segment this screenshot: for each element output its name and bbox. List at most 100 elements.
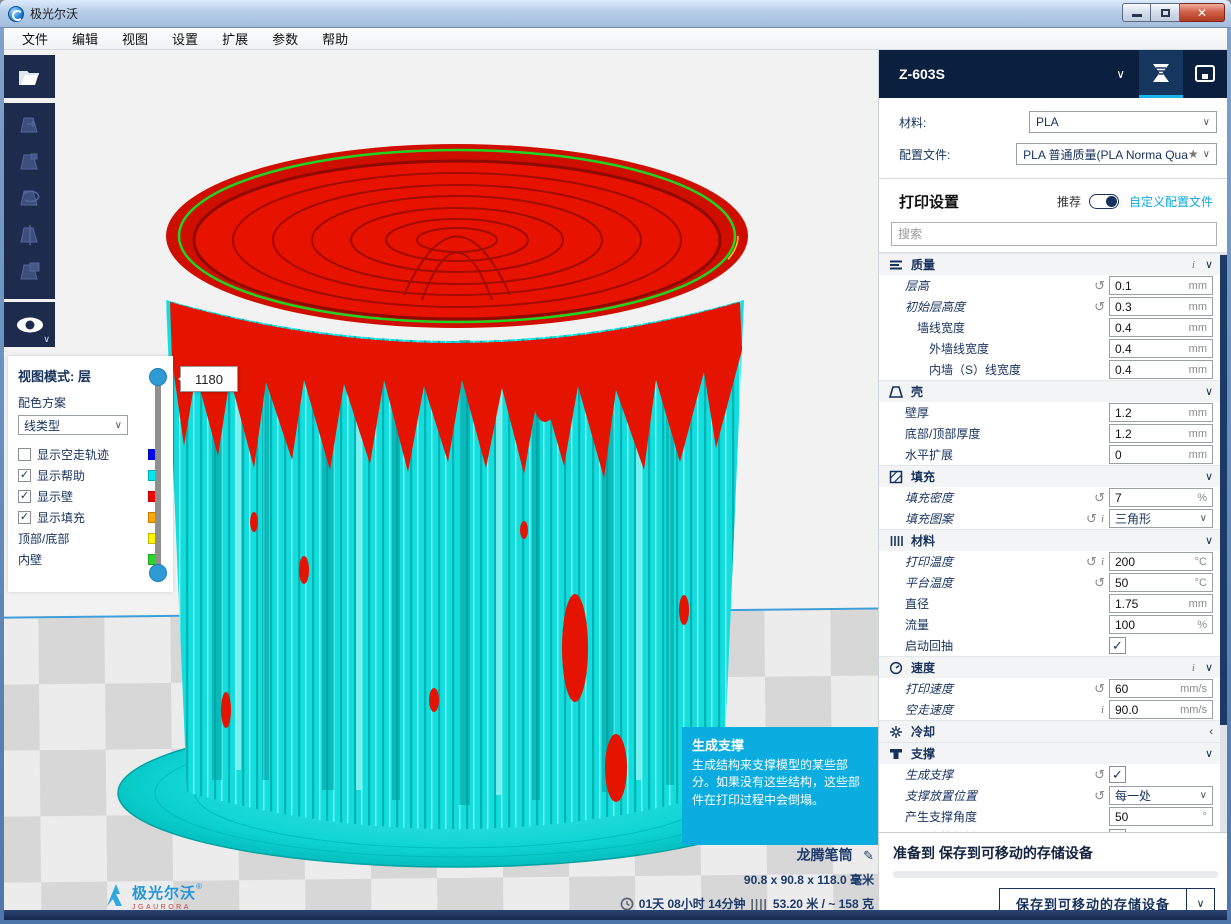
setting-row: 外墙线宽度0.4mm bbox=[879, 338, 1227, 359]
setting-input[interactable]: 0.4mm bbox=[1109, 339, 1213, 358]
chevron-down-icon[interactable]: ∨ bbox=[1186, 888, 1214, 910]
tool-rotate-tool-icon bbox=[17, 185, 43, 216]
setting-input[interactable]: 50° bbox=[1109, 807, 1213, 826]
setting-row: 直径1.75mm bbox=[879, 593, 1227, 614]
setting-select[interactable]: 三角形∨ bbox=[1109, 509, 1213, 528]
menu-item-设置[interactable]: 设置 bbox=[160, 29, 210, 48]
settings-section-header[interactable]: 填充∨ bbox=[879, 465, 1227, 487]
setting-input[interactable]: 1.75mm bbox=[1109, 594, 1213, 613]
menu-item-视图[interactable]: 视图 bbox=[110, 29, 160, 48]
layer-slider-lower-handle[interactable] bbox=[149, 564, 167, 582]
view-option-checkbox[interactable]: ✓ bbox=[18, 469, 31, 482]
material-select[interactable]: PLA ∨ bbox=[1029, 111, 1217, 133]
info-icon[interactable]: i bbox=[1192, 662, 1195, 674]
info-icon[interactable]: i bbox=[1192, 259, 1195, 271]
undo-icon[interactable]: ↺ bbox=[1086, 554, 1097, 570]
minimize-button[interactable] bbox=[1122, 3, 1151, 22]
setting-input[interactable]: 100% bbox=[1109, 615, 1213, 634]
menu-item-参数[interactable]: 参数 bbox=[260, 29, 310, 48]
setting-input[interactable]: 7% bbox=[1109, 488, 1213, 507]
setting-input[interactable]: 60mm/s bbox=[1109, 679, 1213, 698]
color-scheme-select[interactable]: 线类型 ∨ bbox=[18, 415, 128, 435]
setting-label: 初始层高度 bbox=[879, 298, 1094, 315]
tab-monitor[interactable] bbox=[1183, 50, 1227, 98]
undo-icon[interactable]: ↺ bbox=[1094, 490, 1105, 506]
setting-input[interactable]: 0mm bbox=[1109, 445, 1213, 464]
menu-item-扩展[interactable]: 扩展 bbox=[210, 29, 260, 48]
settings-scrollbar[interactable] bbox=[1220, 253, 1227, 852]
view-option-checkbox[interactable] bbox=[18, 448, 31, 461]
chevron-down-icon[interactable]: ∨ bbox=[1205, 385, 1213, 398]
recommended-custom-toggle[interactable] bbox=[1089, 194, 1119, 209]
setting-unit: mm bbox=[1189, 407, 1207, 419]
save-to-removable-button[interactable]: 保存到可移动的存储设备 ∨ bbox=[999, 888, 1215, 910]
setting-input[interactable]: 200°C bbox=[1109, 552, 1213, 571]
setting-input[interactable]: 0.4mm bbox=[1109, 318, 1213, 337]
undo-icon[interactable]: ↺ bbox=[1094, 681, 1105, 697]
setting-checkbox[interactable]: ✓ bbox=[1109, 766, 1126, 783]
view-option-label: 内壁 bbox=[18, 551, 148, 568]
settings-section-header[interactable]: 壳∨ bbox=[879, 380, 1227, 402]
viewport-3d[interactable]: ∨ 视图模式: 层 配色方案 线类型 ∨ 显示空走轨迹✓显示帮助✓显示壁✓显示填… bbox=[4, 50, 878, 910]
close-button[interactable]: ✕ bbox=[1180, 3, 1225, 22]
tooltip-body: 生成结构来支撑模型的某些部分。如果没有这些结构，这些部件在打印过程中会倒塌。 bbox=[692, 757, 868, 809]
menu-item-帮助[interactable]: 帮助 bbox=[310, 29, 360, 48]
tab-prepare[interactable] bbox=[1139, 50, 1183, 98]
setting-input[interactable]: 1.2mm bbox=[1109, 403, 1213, 422]
view-option-checkbox[interactable]: ✓ bbox=[18, 511, 31, 524]
profile-select[interactable]: PLA 普通质量(PLA Norma Qua ★ ∨ bbox=[1016, 143, 1217, 165]
window-bottom-strip bbox=[4, 910, 1227, 920]
chevron-down-icon[interactable]: ∨ bbox=[1205, 747, 1213, 760]
settings-section-header[interactable]: 材料∨ bbox=[879, 529, 1227, 551]
undo-icon[interactable]: ↺ bbox=[1094, 575, 1105, 591]
settings-section-header[interactable]: 质量i∨ bbox=[879, 253, 1227, 275]
setting-label: 底部/顶部厚度 bbox=[879, 425, 1109, 442]
edit-name-icon[interactable]: ✎ bbox=[863, 848, 874, 863]
print-time: 01天 08小时 14分钟 bbox=[639, 895, 746, 910]
chevron-left-icon[interactable]: ‹ bbox=[1209, 726, 1213, 738]
setting-input[interactable]: 0.4mm bbox=[1109, 360, 1213, 379]
setting-input[interactable]: 1.2mm bbox=[1109, 424, 1213, 443]
layer-slider-upper-handle[interactable] bbox=[149, 368, 167, 386]
maximize-button[interactable] bbox=[1151, 3, 1180, 22]
settings-section-header[interactable]: 速度i∨ bbox=[879, 656, 1227, 678]
info-icon[interactable]: i bbox=[1101, 556, 1104, 568]
view-mode-button[interactable]: ∨ bbox=[4, 302, 55, 347]
info-icon[interactable]: i bbox=[1101, 513, 1104, 525]
layer-slider[interactable] bbox=[155, 372, 161, 578]
setting-row: 壁厚1.2mm bbox=[879, 402, 1227, 423]
menu-item-文件[interactable]: 文件 bbox=[10, 29, 60, 48]
setting-label: 打印温度 bbox=[879, 553, 1086, 570]
menu-item-编辑[interactable]: 编辑 bbox=[60, 29, 110, 48]
custom-profile-link[interactable]: 自定义配置文件 bbox=[1129, 193, 1213, 210]
chevron-down-icon[interactable]: ∨ bbox=[1205, 534, 1213, 547]
undo-icon[interactable]: ↺ bbox=[1094, 278, 1105, 294]
undo-icon[interactable]: ↺ bbox=[1094, 767, 1105, 783]
setting-input[interactable]: 0.1mm bbox=[1109, 276, 1213, 295]
undo-icon[interactable]: ↺ bbox=[1094, 299, 1105, 315]
setting-input[interactable]: 90.0mm/s bbox=[1109, 700, 1213, 719]
open-file-button[interactable] bbox=[4, 55, 55, 98]
view-option-label: 显示帮助 bbox=[37, 467, 148, 484]
chevron-down-icon[interactable]: ∨ bbox=[1205, 470, 1213, 483]
chevron-down-icon[interactable]: ∨ bbox=[1205, 661, 1213, 674]
setting-select[interactable]: 每一处∨ bbox=[1109, 786, 1213, 805]
settings-section-header[interactable]: 支撑∨ bbox=[879, 742, 1227, 764]
settings-section-header[interactable]: 冷却‹ bbox=[879, 720, 1227, 742]
view-option-checkbox[interactable]: ✓ bbox=[18, 490, 31, 503]
setting-unit: mm bbox=[1189, 301, 1207, 313]
setting-value: 0.4 bbox=[1115, 363, 1189, 377]
chevron-down-icon[interactable]: ∨ bbox=[1116, 67, 1125, 81]
setting-value: 90.0 bbox=[1115, 703, 1180, 717]
undo-icon[interactable]: ↺ bbox=[1086, 511, 1097, 527]
setting-input[interactable]: 50°C bbox=[1109, 573, 1213, 592]
setting-input[interactable]: 0.3mm bbox=[1109, 297, 1213, 316]
chevron-down-icon: ∨ bbox=[43, 334, 50, 345]
undo-icon[interactable]: ↺ bbox=[1094, 788, 1105, 804]
settings-search-input[interactable] bbox=[891, 222, 1217, 246]
title-bar[interactable]: 极光尔沃 ✕ bbox=[0, 0, 1231, 28]
chevron-down-icon[interactable]: ∨ bbox=[1205, 258, 1213, 271]
setting-label: 水平扩展 bbox=[879, 446, 1109, 463]
setting-checkbox[interactable]: ✓ bbox=[1109, 637, 1126, 654]
info-icon[interactable]: i bbox=[1101, 704, 1104, 716]
